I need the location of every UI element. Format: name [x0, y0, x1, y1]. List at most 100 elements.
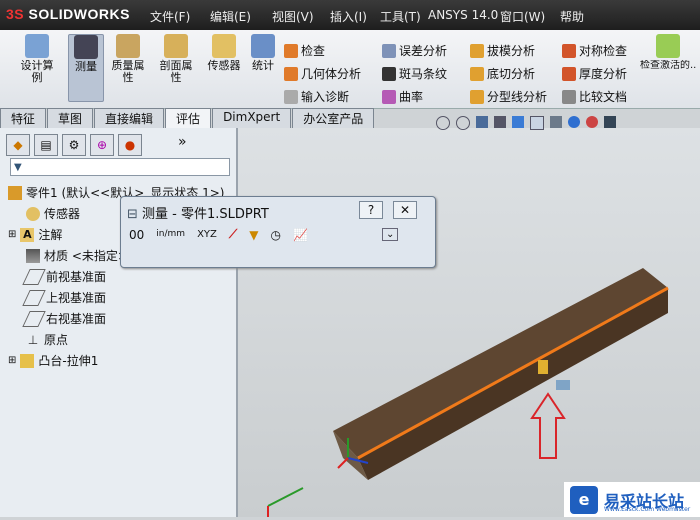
design-study-button[interactable]: 设计算 例 [14, 34, 60, 84]
parting-line-icon [470, 89, 484, 104]
menu-view[interactable]: 视图(V) [272, 8, 314, 25]
geometry-analysis-button[interactable]: 几何体分析 [284, 65, 361, 82]
statistics-button[interactable]: 统计 [248, 34, 278, 72]
sensor-icon [212, 34, 236, 58]
sensor-create-icon[interactable]: 📈 [293, 228, 308, 242]
section-properties-button[interactable]: 剖面属 性 [154, 34, 198, 84]
check-active-icon [656, 34, 680, 58]
edit-appearance-icon[interactable] [568, 116, 580, 128]
plane-icon [22, 268, 46, 285]
tree-item-origin[interactable]: ⊥ 原点 [8, 329, 234, 350]
import-diagnostics-button[interactable]: 输入诊断 [284, 88, 349, 105]
tab-features[interactable]: 特征 [0, 108, 47, 129]
app-logo: 3S SOLIDWORKS [6, 6, 130, 22]
mass-properties-button[interactable]: 质量属 性 [106, 34, 150, 84]
selected-edge[interactable] [357, 286, 669, 460]
menu-ansys[interactable]: ANSYS 14.0 [428, 8, 498, 22]
label: 曲率 [399, 90, 424, 104]
deviation-icon [382, 43, 396, 58]
model-view[interactable] [238, 128, 700, 517]
feature-tree-icon: ◆ [13, 138, 23, 152]
menu-tools[interactable]: 工具(T) [380, 8, 421, 25]
configuration-tab[interactable]: ⚙ [62, 134, 86, 156]
close-button[interactable]: ✕ [393, 201, 417, 219]
label: 厚度分析 [579, 67, 628, 81]
tab-office[interactable]: 办公室产品 [292, 108, 375, 129]
propertymanager-tab[interactable]: ▤ [34, 134, 58, 156]
compare-documents-button[interactable]: 比较文档 [562, 88, 627, 105]
point-to-point-icon[interactable]: ⟋ [229, 227, 237, 242]
label: 注解 [38, 228, 63, 242]
check-active-button[interactable]: 检查激活的... [640, 34, 696, 72]
tab-dimxpert[interactable]: DimXpert [212, 108, 292, 129]
display-style-icon[interactable] [530, 116, 544, 130]
featuremanager-tab[interactable]: ◆ [6, 134, 30, 156]
menu-edit[interactable]: 编辑(E) [210, 8, 251, 25]
tree-item-top-plane[interactable]: 上视基准面 [8, 287, 234, 308]
expand-icon[interactable]: ⊞ [8, 229, 16, 240]
history-icon[interactable]: ◷ [271, 228, 281, 242]
menu-window[interactable]: 窗口(W) [500, 8, 545, 25]
label: 斑马条纹 [399, 67, 448, 81]
menu-file[interactable]: 文件(F) [150, 8, 190, 25]
label: 前视基准面 [46, 270, 107, 284]
tab-direct-edit[interactable]: 直接编辑 [94, 108, 165, 129]
label: 对称检查 [579, 44, 628, 58]
previous-view-icon[interactable] [476, 116, 488, 128]
tree-item-right-plane[interactable]: 右视基准面 [8, 308, 234, 329]
expand-dialog-icon[interactable]: ⌄ [381, 228, 399, 241]
tab-evaluate[interactable]: 评估 [165, 108, 212, 129]
zebra-stripes-button[interactable]: 斑马条纹 [382, 65, 447, 82]
label: 输入诊断 [301, 90, 350, 104]
parting-line-button[interactable]: 分型线分析 [470, 88, 547, 105]
draft-analysis-button[interactable]: 拔模分析 [470, 42, 535, 59]
view-settings-icon[interactable] [604, 116, 616, 128]
tree-filter-input[interactable]: ▼ [10, 158, 230, 176]
beam-face-top [333, 268, 668, 458]
zebra-icon [382, 66, 396, 81]
deviation-analysis-button[interactable]: 误差分析 [382, 42, 447, 59]
geometry-analysis-icon [284, 66, 298, 81]
expand-icon[interactable]: ⊞ [8, 355, 16, 366]
symmetry-check-button[interactable]: 对称检查 [562, 42, 627, 59]
measure-icon [74, 35, 98, 59]
label: 检查激活的... [640, 60, 696, 71]
check-button[interactable]: 检查 [284, 42, 325, 59]
help-button[interactable]: ? [359, 201, 383, 219]
undercut-analysis-button[interactable]: 底切分析 [470, 65, 535, 82]
zoom-area-icon[interactable] [456, 116, 470, 130]
view-orientation-icon[interactable] [512, 116, 524, 128]
menu-insert[interactable]: 插入(I) [330, 8, 367, 25]
tree-item-extrude[interactable]: ⊞ 凸台-拉伸1 [8, 350, 234, 371]
label: 上视基准面 [46, 291, 107, 305]
thickness-analysis-button[interactable]: 厚度分析 [562, 65, 627, 82]
units-precision-icon[interactable]: in/mm [156, 230, 185, 239]
display-tab[interactable]: ● [118, 134, 142, 156]
xyz-icon[interactable]: XYZ [197, 229, 217, 240]
undercut-icon [470, 66, 484, 81]
scene-icon[interactable] [586, 116, 598, 128]
menu-help[interactable]: 帮助 [560, 8, 584, 25]
tab-sketch[interactable]: 草图 [47, 108, 94, 129]
hide-show-icon[interactable] [550, 116, 562, 128]
curvature-button[interactable]: 曲率 [382, 88, 423, 105]
zoom-fit-icon[interactable] [436, 116, 450, 130]
projection-icon[interactable]: ▼ [249, 228, 258, 242]
tree-item-front-plane[interactable]: 前视基准面 [8, 266, 234, 287]
plane-icon [22, 289, 46, 306]
property-icon: ▤ [40, 138, 52, 152]
origin-icon: ⊥ [27, 332, 39, 347]
graphics-area[interactable] [238, 128, 700, 517]
arc-circle-measure-icon[interactable]: 00 [129, 228, 144, 242]
measure-button[interactable]: 测量 [68, 34, 104, 102]
label: 底切分析 [487, 67, 536, 81]
section-view-icon[interactable] [494, 116, 506, 128]
sensor-button[interactable]: 传感器 [202, 34, 246, 72]
expand-pane-icon[interactable]: » [178, 134, 187, 156]
measure-toolbar: 00 in/mm XYZ ⟋ ▼ ◷ 📈 ⌄ [129, 227, 399, 242]
beam-face-side [358, 288, 668, 480]
menubar: 3S SOLIDWORKS 文件(F) 编辑(E) 视图(V) 插入(I) 工具… [0, 0, 700, 30]
dimxpert-tab[interactable]: ⊕ [90, 134, 114, 156]
ribbon: 设计算 例 测量 质量属 性 剖面属 性 传感器 统计 检查 几何体分析 输入诊… [0, 30, 700, 109]
material-icon [26, 248, 40, 263]
